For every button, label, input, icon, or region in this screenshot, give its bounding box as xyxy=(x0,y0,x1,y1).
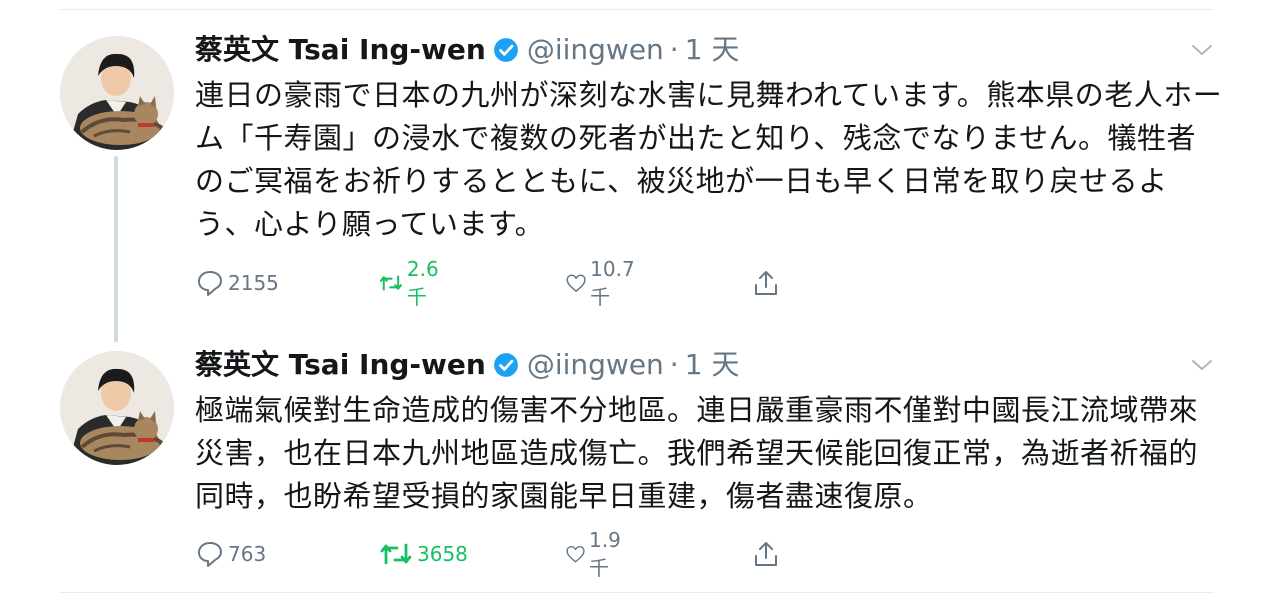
avatar-image xyxy=(60,351,174,465)
chevron-down-icon[interactable] xyxy=(1190,40,1214,60)
separator-dot: · xyxy=(669,348,679,381)
author-name[interactable]: 蔡英文 Tsai Ing-wen xyxy=(195,345,486,385)
verified-badge-icon xyxy=(493,38,518,62)
retweet-icon xyxy=(380,543,412,565)
author-name[interactable]: 蔡英文 Tsai Ing-wen xyxy=(195,30,486,70)
retweet-count: 3658 xyxy=(417,542,468,566)
retweet-button[interactable]: 2.6 千 xyxy=(378,257,449,309)
share-icon xyxy=(755,271,777,295)
timestamp[interactable]: 1 天 xyxy=(685,345,740,385)
reply-count: 2155 xyxy=(228,271,279,295)
retweet-count: 2.6 千 xyxy=(406,256,439,309)
timestamp[interactable]: 1 天 xyxy=(685,30,740,70)
bottom-divider xyxy=(60,592,1214,593)
heart-icon xyxy=(566,545,585,563)
tweet-header: 蔡英文 Tsai Ing-wen @iingwen · 1 天 xyxy=(195,345,739,385)
top-divider xyxy=(60,9,1214,10)
reply-icon xyxy=(198,542,222,567)
reply-icon xyxy=(198,271,222,296)
heart-icon xyxy=(566,274,586,292)
share-button[interactable] xyxy=(751,266,784,300)
tweet-header: 蔡英文 Tsai Ing-wen @iingwen · 1 天 xyxy=(195,30,739,70)
avatar-image xyxy=(60,36,174,150)
reply-button[interactable]: 763 xyxy=(195,537,266,571)
like-button[interactable]: 1.9 千 xyxy=(565,528,630,580)
tweet-text: 極端氣候對生命造成的傷害不分地區。連日嚴重豪雨不僅對中國長江流域帶來災害，也在日… xyxy=(195,393,1199,513)
reply-button[interactable]: 2155 xyxy=(195,266,279,300)
chevron-down-icon[interactable] xyxy=(1190,355,1214,375)
avatar[interactable] xyxy=(60,351,174,465)
reply-count: 763 xyxy=(228,542,267,566)
retweet-icon xyxy=(379,275,403,291)
separator-dot: · xyxy=(669,33,679,66)
like-count: 10.7 千 xyxy=(590,256,635,309)
tweet-text: 連日の豪雨で日本の九州が深刻な水害に見舞われています。熊本県の老人ホーム「千寿園… xyxy=(195,78,1223,241)
avatar[interactable] xyxy=(60,36,174,150)
author-handle[interactable]: @iingwen xyxy=(527,30,664,70)
verified-badge-icon xyxy=(493,353,518,377)
retweet-button[interactable]: 3658 xyxy=(378,537,468,571)
author-handle[interactable]: @iingwen xyxy=(527,345,664,385)
share-button[interactable] xyxy=(751,537,784,571)
thread-connector-line xyxy=(114,156,118,342)
share-icon xyxy=(755,542,777,566)
like-count: 1.9 千 xyxy=(589,527,621,580)
like-button[interactable]: 10.7 千 xyxy=(565,257,643,309)
